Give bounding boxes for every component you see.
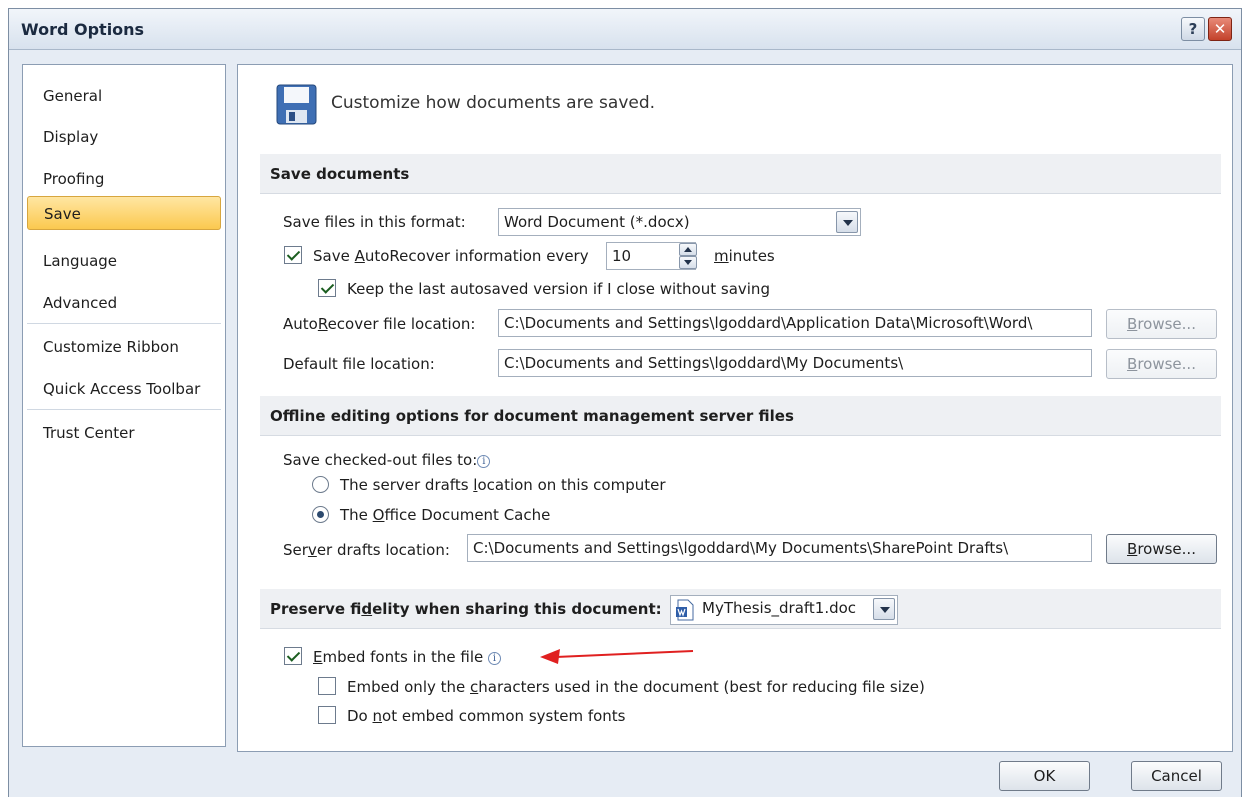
minutes-spinner[interactable] [679, 242, 697, 270]
sidebar-item-trust-center[interactable]: Trust Center [27, 416, 221, 450]
word-document-icon [676, 599, 694, 621]
autorecover-location-label: AutoRecover file location: [283, 315, 476, 333]
keep-last-autosaved-label: Keep the last autosaved version if I clo… [347, 280, 770, 298]
sidebar-divider [27, 323, 221, 324]
save-options-panel: Customize how documents are saved. Save … [237, 64, 1233, 752]
info-icon[interactable]: i [488, 652, 502, 665]
format-label: Save files in this format: [283, 213, 466, 231]
server-drafts-browse-button[interactable]: Browse... [1106, 534, 1217, 564]
save-checked-out-label: Save checked-out files to: i [283, 451, 491, 469]
save-format-value: Word Document (*.docx) [504, 213, 690, 231]
autorecover-location-input[interactable]: C:\Documents and Settings\lgoddard\Appli… [498, 309, 1092, 337]
spin-up-icon[interactable] [679, 243, 697, 256]
title-bar: Word Options ? ✕ [9, 9, 1241, 50]
sidebar-item-display[interactable]: Display [27, 120, 221, 154]
embed-only-characters-label: Embed only the characters used in the do… [347, 678, 925, 696]
chevron-down-icon [836, 211, 858, 233]
options-sidebar: General Display Proofing Save Language A… [22, 64, 226, 747]
do-not-embed-system-fonts-label: Do not embed common system fonts [347, 707, 626, 725]
autorecover-browse-button[interactable]: Browse... [1106, 309, 1217, 339]
sidebar-item-save[interactable]: Save [27, 196, 221, 230]
server-drafts-input[interactable]: C:\Documents and Settings\lgoddard\My Do… [467, 534, 1092, 562]
default-location-input[interactable]: C:\Documents and Settings\lgoddard\My Do… [498, 349, 1092, 377]
sidebar-item-general[interactable]: General [27, 79, 221, 113]
keep-last-autosaved-checkbox[interactable] [318, 279, 336, 297]
document-dropdown[interactable]: MyThesis_draft1.doc [670, 595, 898, 625]
sidebar-item-customize-ribbon[interactable]: Customize Ribbon [27, 330, 221, 364]
info-icon[interactable]: i [477, 455, 491, 468]
server-drafts-label: Server drafts location: [283, 541, 450, 559]
sidebar-item-proofing[interactable]: Proofing [27, 162, 221, 196]
page-heading: Customize how documents are saved. [331, 93, 656, 113]
document-name: MyThesis_draft1.doc [702, 599, 857, 617]
embed-fonts-label: Embed fonts in the file i [313, 648, 502, 666]
ok-button[interactable]: OK [999, 761, 1090, 791]
dialog-title: Word Options [21, 20, 145, 39]
radio-server-drafts[interactable] [312, 476, 329, 493]
default-location-label: Default file location: [283, 355, 435, 373]
sidebar-item-advanced[interactable]: Advanced [27, 286, 221, 320]
spin-down-icon[interactable] [679, 256, 697, 269]
close-button[interactable]: ✕ [1208, 17, 1232, 41]
cancel-button[interactable]: Cancel [1131, 761, 1222, 791]
sidebar-divider [27, 409, 221, 410]
save-format-dropdown[interactable]: Word Document (*.docx) [498, 208, 861, 236]
autorecover-checkbox[interactable] [284, 246, 302, 264]
section-save-documents: Save documents [260, 154, 1221, 194]
section-offline-editing: Offline editing options for document man… [260, 396, 1221, 436]
default-location-browse-button[interactable]: Browse... [1106, 349, 1217, 379]
autorecover-label: Save AutoRecover information every [313, 247, 589, 265]
embed-fonts-checkbox[interactable] [284, 647, 302, 665]
word-options-dialog: Word Options ? ✕ General Display Proofin… [8, 8, 1242, 797]
radio-office-document-cache-label: The Office Document Cache [340, 506, 551, 524]
floppy-disk-icon [276, 84, 317, 125]
sidebar-item-quick-access-toolbar[interactable]: Quick Access Toolbar [27, 372, 221, 406]
radio-server-drafts-label: The server drafts location on this compu… [340, 476, 666, 494]
sidebar-item-language[interactable]: Language [27, 244, 221, 278]
radio-office-document-cache[interactable] [312, 506, 329, 523]
help-button[interactable]: ? [1181, 17, 1205, 41]
do-not-embed-system-fonts-checkbox[interactable] [318, 706, 336, 724]
minutes-label: minutes [714, 247, 775, 265]
embed-only-characters-checkbox[interactable] [318, 677, 336, 695]
chevron-down-icon [873, 598, 895, 620]
